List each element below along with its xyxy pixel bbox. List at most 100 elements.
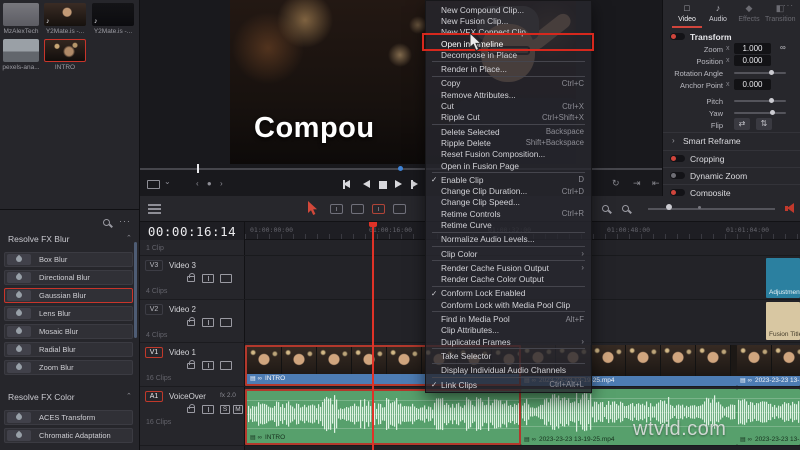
- menu-item-conform-lock-with-media-pool-clip[interactable]: Conform Lock with Media Pool Clip: [426, 299, 591, 310]
- menu-item-ripple-cut[interactable]: Ripple Cut Ctrl+Shift+X: [426, 112, 591, 123]
- position-value-field[interactable]: 0.000: [734, 55, 771, 66]
- effects-options-icon[interactable]: ···: [119, 216, 131, 226]
- flip-vertical-button[interactable]: ⇅: [756, 118, 772, 130]
- track-enable-icon[interactable]: [220, 361, 232, 370]
- chevron-up-icon[interactable]: ⌃: [126, 234, 132, 242]
- section-toggle[interactable]: [670, 155, 685, 162]
- tab-audio[interactable]: ♪ Audio: [703, 2, 733, 28]
- anchor point-value-field[interactable]: 0.000: [734, 79, 771, 90]
- timeline-zoom-knob[interactable]: [666, 204, 672, 210]
- track-badge-V1[interactable]: V1: [145, 347, 163, 358]
- track-badge-V3[interactable]: V3: [145, 260, 163, 271]
- section-toggle[interactable]: [670, 189, 685, 196]
- adjustment-clip[interactable]: Adjustment Clip: [766, 258, 800, 298]
- menu-item-display-individual-audio-channels[interactable]: Display Individual Audio Channels: [426, 365, 591, 376]
- lock-icon[interactable]: [187, 317, 195, 326]
- menu-item-take-selector[interactable]: Take Selector: [426, 350, 591, 361]
- track-badge-V2[interactable]: V2: [145, 304, 163, 315]
- fx-item-gaussian-blur[interactable]: Gaussian Blur: [4, 288, 133, 303]
- trim-edit-mode-icon[interactable]: [330, 204, 343, 214]
- menu-item-ripple-delete[interactable]: Ripple Delete Shift+Backspace: [426, 137, 591, 148]
- media-pool-item-INTRO[interactable]: [44, 39, 86, 62]
- menu-item-change-clip-duration[interactable]: Change Clip Duration... Ctrl+D: [426, 185, 591, 196]
- menu-item-open-in-fusion-page[interactable]: Open in Fusion Page: [426, 160, 591, 171]
- video-clip-2023-23-23 13-19-25.mp4[interactable]: ▤∞2023-23-23 13-19-25.mp4: [737, 345, 800, 386]
- jog-control[interactable]: ‹ ● ›: [196, 179, 226, 188]
- tab-video[interactable]: □ Video: [672, 2, 702, 28]
- slider-knob[interactable]: [770, 110, 775, 115]
- tab-transition[interactable]: ◧ Transition: [765, 2, 795, 28]
- track-enable-icon[interactable]: [220, 318, 232, 327]
- transform-section-header[interactable]: Transform: [663, 29, 800, 43]
- selection-tool-icon[interactable]: [307, 201, 319, 216]
- viewer-zoom-mode-icon[interactable]: [147, 180, 160, 189]
- track-enable-icon[interactable]: [220, 274, 232, 283]
- blade-edit-mode-icon[interactable]: [372, 204, 385, 214]
- slider-knob[interactable]: [769, 98, 774, 103]
- scrubber-playhead[interactable]: [197, 164, 199, 173]
- search-icon[interactable]: [103, 219, 110, 226]
- dynamic-trim-mode-icon[interactable]: [351, 204, 364, 214]
- timeline-view-options-icon[interactable]: [148, 204, 161, 214]
- slider-knob[interactable]: [769, 70, 774, 75]
- menu-item-copy[interactable]: Copy Ctrl+C: [426, 78, 591, 89]
- menu-item-retime-controls[interactable]: Retime Controls Ctrl+R: [426, 208, 591, 219]
- menu-item-find-in-media-pool[interactable]: Find in Media Pool Alt+F: [426, 313, 591, 324]
- track-header-V3[interactable]: V3 Video 3 4 Clips: [140, 256, 245, 300]
- timeline-playhead[interactable]: [372, 222, 374, 450]
- auto-select-icon[interactable]: [202, 318, 214, 327]
- link-icon[interactable]: ∞: [780, 43, 786, 52]
- yaw-slider[interactable]: [734, 110, 786, 115]
- menu-item-duplicated-frames[interactable]: Duplicated Frames ›: [426, 336, 591, 347]
- section-toggle[interactable]: [670, 172, 685, 179]
- menu-item-change-clip-speed[interactable]: Change Clip Speed...: [426, 197, 591, 208]
- fx-item-directional-blur[interactable]: Directional Blur: [4, 270, 133, 285]
- auto-select-icon[interactable]: [202, 361, 214, 370]
- fx-item-chromatic-adaptation[interactable]: Chromatic Adaptation: [4, 428, 133, 443]
- track-header-A1[interactable]: A1 VoiceOver S Mfx 2.0 16 Clips: [140, 387, 245, 446]
- media-pool-item-pexels-ana...[interactable]: [3, 39, 39, 62]
- menu-item-cut[interactable]: Cut Ctrl+X: [426, 100, 591, 111]
- fx-item-box-blur[interactable]: Box Blur: [4, 252, 133, 267]
- effects-scrollbar[interactable]: [134, 242, 137, 338]
- menu-item-clip-attributes[interactable]: Clip Attributes...: [426, 325, 591, 336]
- flip-horizontal-button[interactable]: ⇄: [734, 118, 750, 130]
- menu-item-delete-selected[interactable]: Delete Selected Backspace: [426, 126, 591, 137]
- lock-icon[interactable]: [187, 360, 195, 369]
- track-badge-A1[interactable]: A1: [145, 391, 163, 402]
- fx-item-zoom-blur[interactable]: Zoom Blur: [4, 360, 133, 375]
- media-pool-item-Y2Mate.is -...[interactable]: ♪: [92, 3, 134, 26]
- menu-item-conform-lock-enabled[interactable]: ✓ Conform Lock Enabled: [426, 288, 591, 299]
- fx-item-lens-blur[interactable]: Lens Blur: [4, 306, 133, 321]
- insert-clip-icon[interactable]: [393, 204, 406, 214]
- auto-select-icon[interactable]: [202, 274, 214, 283]
- menu-item-render-in-place[interactable]: Render in Place...: [426, 63, 591, 74]
- fx-item-aces-transform[interactable]: ACES Transform: [4, 410, 133, 425]
- menu-item-clip-color[interactable]: Clip Color ›: [426, 248, 591, 259]
- zoom-custom-icon[interactable]: [622, 205, 629, 212]
- fx-item-radial-blur[interactable]: Radial Blur: [4, 342, 133, 357]
- menu-item-new-fusion-clip[interactable]: New Fusion Clip...: [426, 15, 591, 26]
- lock-icon[interactable]: [187, 404, 195, 413]
- menu-item-normalize-audio-levels[interactable]: Normalize Audio Levels...: [426, 234, 591, 245]
- lock-icon[interactable]: [187, 273, 195, 282]
- track-header-V2[interactable]: V2 Video 2 4 Clips: [140, 300, 245, 343]
- loop-playback-icon[interactable]: ↻: [612, 178, 620, 189]
- media-pool-item-MzAlexTech[interactable]: [3, 3, 39, 26]
- track-header-partial[interactable]: 1 Clip: [140, 240, 245, 256]
- audio-monitor-icon[interactable]: [785, 203, 799, 214]
- menu-item-reset-fusion-composition[interactable]: Reset Fusion Composition...: [426, 149, 591, 160]
- zoom-fit-icon[interactable]: [602, 205, 609, 212]
- section-cropping[interactable]: Cropping: [663, 150, 800, 166]
- menu-item-enable-clip[interactable]: ✓ Enable Clip D: [426, 174, 591, 185]
- audio-clip-2023-23-23 13-19-25.mp4[interactable]: ▤∞2023-23-23 13-19-25.mp4: [737, 389, 800, 445]
- menu-item-link-clips[interactable]: ✓ Link Clips Ctrl+Alt+L: [426, 379, 591, 390]
- fx-item-mosaic-blur[interactable]: Mosaic Blur: [4, 324, 133, 339]
- menu-item-retime-curve[interactable]: Retime Curve: [426, 219, 591, 230]
- tab-effects[interactable]: ◆ Effects: [734, 2, 764, 28]
- chevron-down-icon[interactable]: ⌄: [164, 177, 171, 186]
- pitch-slider[interactable]: [734, 98, 786, 103]
- auto-select-icon[interactable]: [202, 405, 214, 414]
- section-smart-reframe[interactable]: › Smart Reframe: [663, 132, 800, 148]
- menu-item-new-compound-clip[interactable]: New Compound Clip...: [426, 4, 591, 15]
